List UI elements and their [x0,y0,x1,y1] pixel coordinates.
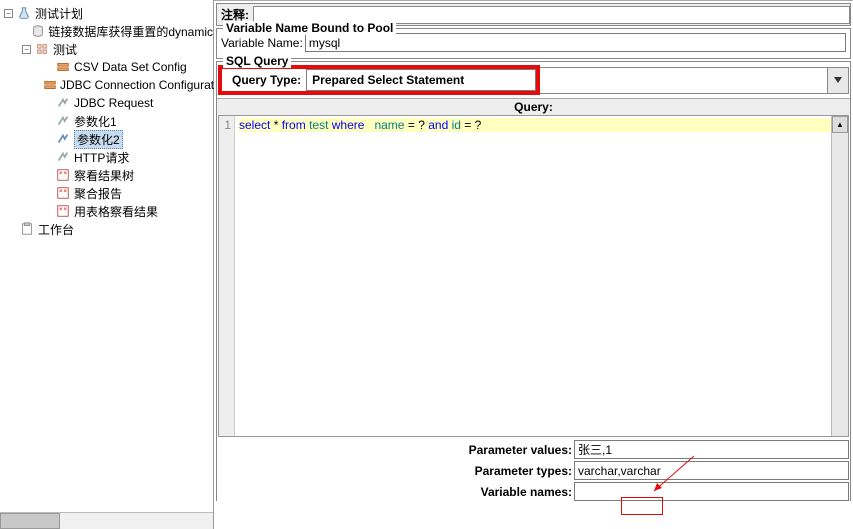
pool-fieldset: Variable Name Bound to Pool Variable Nam… [216,28,851,59]
tree-node-test[interactable]: − 测试 [4,40,213,58]
tree-panel: − 测试计划 链接数据库获得重置的dynamic − 测试 CSV Data S… [0,0,214,529]
tree-label: CSV Data Set Config [74,60,187,74]
query-type-dropdown-button[interactable] [827,67,849,94]
query-type-row: Query Type: Prepared Select Statement [218,65,849,95]
sql-legend: SQL Query [223,54,291,68]
listener-icon [55,167,71,183]
tree-label: JDBC Request [74,96,153,110]
tree-label: 用表格察看结果 [74,203,158,220]
param-types-label: Parameter types: [218,464,574,478]
tree-node-aggregate[interactable]: 聚合报告 [4,184,213,202]
sampler-icon [55,113,71,129]
db-icon [31,23,45,39]
scroll-up-button[interactable]: ▲ [832,116,848,133]
tree-node-db[interactable]: 链接数据库获得重置的dynamic [4,22,213,40]
tree-node-tableresults[interactable]: 用表格察看结果 [4,202,213,220]
tree-node-param1[interactable]: 参数化1 [4,112,213,130]
scrollbar-thumb[interactable] [0,513,60,529]
tree-label: 参数化2 [74,130,123,149]
editor-vertical-scrollbar[interactable]: ▲ [831,116,848,436]
config-icon [43,77,57,93]
collapse-icon[interactable]: − [4,9,13,18]
sampler-icon [55,95,71,111]
tree-node-param2[interactable]: 参数化2 [4,130,213,148]
flask-icon [16,5,32,21]
sql-fieldset: SQL Query Query Type: Prepared Select St… [216,61,851,501]
tree-node-workbench[interactable]: 工作台 [4,220,213,238]
config-icon [55,59,71,75]
tree-node-http[interactable]: HTTP请求 [4,148,213,166]
query-type-value[interactable]: Prepared Select Statement [306,69,536,91]
main-panel: 注释: Variable Name Bound to Pool Variable… [214,0,853,529]
tree-label: 工作台 [38,221,74,238]
clipboard-icon [19,221,35,237]
sampler-icon [55,149,71,165]
tree-label: 聚合报告 [74,185,122,202]
chevron-down-icon [834,77,842,83]
tree-node-resulttree[interactable]: 察看结果树 [4,166,213,184]
pool-legend: Variable Name Bound to Pool [223,21,396,35]
sql-editor[interactable]: 1 select * from test where name = ? and … [218,115,849,437]
tree-node-jdbc-request[interactable]: JDBC Request [4,94,213,112]
query-type-highlight: Query Type: Prepared Select Statement [218,65,540,95]
param-values-label: Parameter values: [218,443,574,457]
threadgroup-icon [34,41,50,57]
test-plan-tree[interactable]: − 测试计划 链接数据库获得重置的dynamic − 测试 CSV Data S… [0,0,213,238]
tree-label: 链接数据库获得重置的dynamic [48,23,213,40]
tree-label: 参数化1 [74,113,117,130]
tree-label: 测试 [53,41,77,58]
tree-node-testplan[interactable]: − 测试计划 [4,4,213,22]
variable-names-input[interactable] [574,482,849,501]
tree-node-jdbc-config[interactable]: JDBC Connection Configurat [4,76,213,94]
listener-icon [55,203,71,219]
tree-label: JDBC Connection Configurat [60,78,214,92]
query-type-label: Query Type: [222,70,306,90]
editor-code[interactable]: select * from test where name = ? and id… [235,116,848,436]
sampler-icon [55,131,71,147]
param-types-input[interactable] [574,461,849,480]
tree-label: 测试计划 [35,5,83,22]
parameters-section: Parameter values: Parameter types: Varia… [218,440,849,501]
variable-name-label: Variable Name: [221,36,305,50]
tree-node-csv[interactable]: CSV Data Set Config [4,58,213,76]
query-header: Query: [217,98,850,115]
tree-horizontal-scrollbar[interactable] [0,512,213,529]
tree-label: 察看结果树 [74,167,134,184]
variable-names-label: Variable names: [218,485,574,499]
editor-gutter: 1 [219,116,235,436]
listener-icon [55,185,71,201]
variable-name-input[interactable] [305,33,846,52]
param-values-input[interactable] [574,440,849,459]
tree-label: HTTP请求 [74,149,129,166]
collapse-icon[interactable]: − [22,45,31,54]
